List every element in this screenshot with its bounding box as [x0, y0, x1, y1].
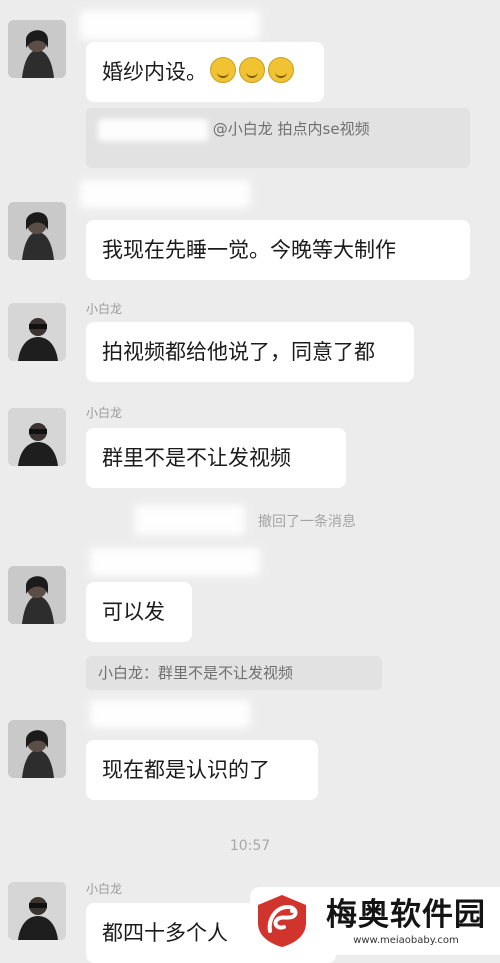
avatar-user-a[interactable] [8, 202, 66, 260]
grin-emoji-icon [268, 57, 294, 83]
watermark-title: 梅奥软件园 [326, 897, 486, 933]
site-watermark: 梅奥软件园 www.meiaobaby.com [250, 887, 500, 955]
quote-text: 小白龙：群里不是不让发视频 [98, 664, 294, 682]
quoted-reply[interactable]: 小白龙：群里不是不让发视频 [86, 656, 382, 690]
avatar-xiaobailong[interactable] [8, 303, 66, 361]
grin-emoji-icon [239, 57, 265, 83]
message-bubble[interactable]: 婚纱内设。 [86, 42, 324, 102]
dragon-logo-icon [254, 893, 310, 949]
quote-text: @小白龙 拍点内se视频 [212, 120, 370, 138]
avatar-user-a[interactable] [8, 720, 66, 778]
message-text: 都四十多个人 [102, 921, 228, 945]
sender-name: 小白龙 [86, 406, 123, 420]
sender-name: 小白龙 [86, 302, 123, 316]
notice-text: 撤回了一条消息 [258, 514, 356, 530]
avatar-xiaobailong[interactable] [8, 882, 66, 940]
message-bubble[interactable]: 群里不是不让发视频 [86, 428, 346, 488]
message-bubble[interactable]: 拍视频都给他说了，同意了都 [86, 322, 414, 382]
message-bubble[interactable]: 可以发 [86, 582, 192, 642]
message-text: 群里不是不让发视频 [102, 446, 291, 470]
avatar-user-a[interactable] [8, 20, 66, 78]
message-text: 婚纱内设。 [102, 60, 207, 84]
quoted-reply[interactable]: @小白龙 拍点内se视频 [86, 108, 470, 168]
recall-notice: 撤回了一条消息 [258, 511, 356, 531]
message-text: 现在都是认识的了 [102, 758, 270, 782]
message-bubble[interactable]: 现在都是认识的了 [86, 740, 318, 800]
avatar-xiaobailong[interactable] [8, 408, 66, 466]
message-text: 可以发 [102, 600, 165, 624]
message-bubble[interactable]: 我现在先睡一觉。今晚等大制作 [86, 220, 470, 280]
message-text: 拍视频都给他说了，同意了都 [102, 340, 375, 364]
message-text: 我现在先睡一觉。今晚等大制作 [102, 238, 396, 262]
timestamp: 10:57 [229, 838, 271, 854]
grin-emoji-icon [210, 57, 236, 83]
watermark-url: www.meiaobaby.com [353, 935, 459, 946]
avatar-user-a[interactable] [8, 566, 66, 624]
sender-name: 小白龙 [86, 882, 123, 896]
